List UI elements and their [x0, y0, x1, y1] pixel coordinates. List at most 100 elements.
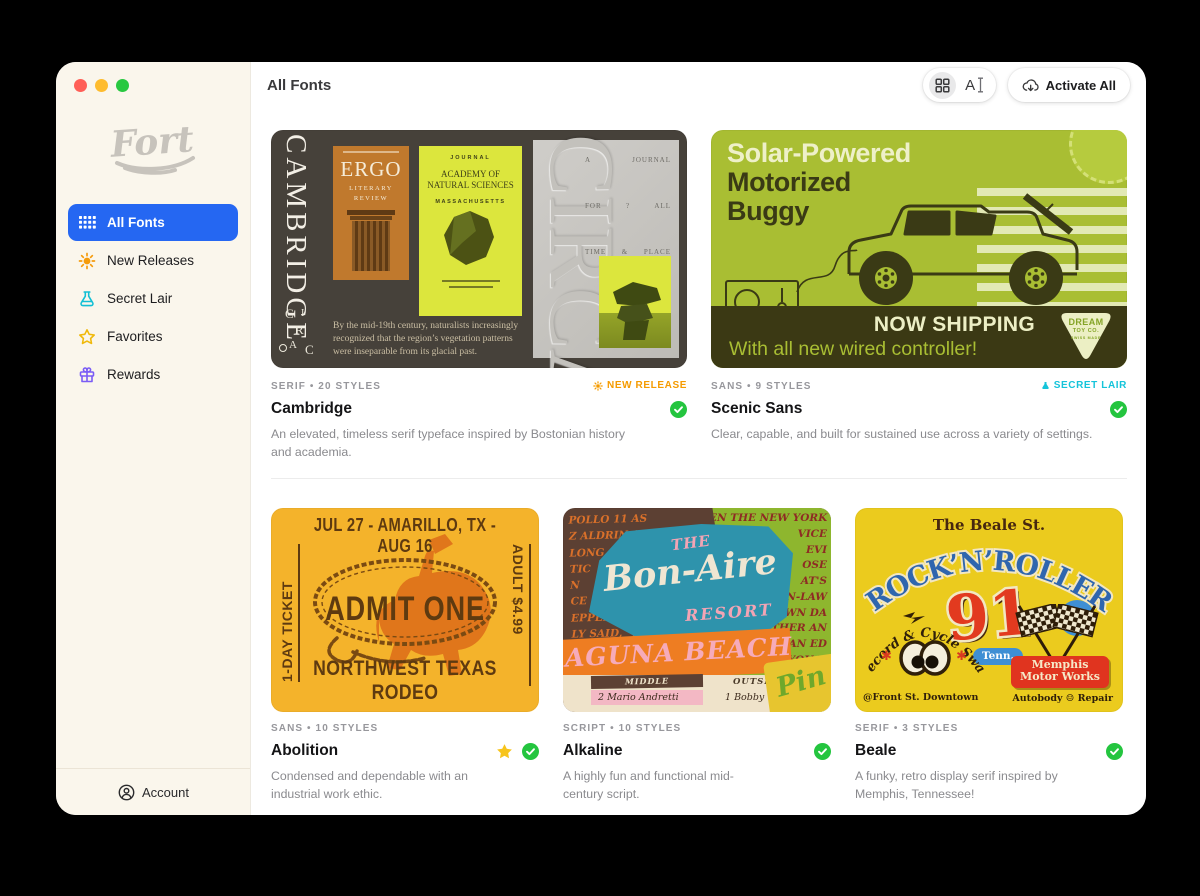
flask-icon — [1041, 380, 1050, 391]
category-label: SANS • 10 STYLES — [271, 723, 539, 734]
scorecard-row: 2 Mario Andretti — [591, 690, 703, 705]
column-illustration — [347, 210, 395, 272]
grid-icon — [78, 214, 96, 232]
gift-icon — [78, 366, 96, 384]
admit-one-text: ADMIT ONE — [298, 590, 512, 629]
sidebar-item-label: Rewards — [107, 367, 160, 382]
person-icon — [117, 783, 135, 801]
eyes-logo — [901, 642, 949, 674]
sidebar-item-rewards[interactable]: Rewards — [68, 356, 238, 393]
favorite-star-icon[interactable] — [496, 743, 513, 760]
rock-illustration — [436, 209, 506, 271]
category-label: SCRIPT • 10 STYLES — [563, 723, 831, 734]
grid-view-button[interactable] — [929, 72, 956, 99]
record-cycle-swap-group: Record & Cycle Swap ✱ ✱ — [865, 614, 985, 692]
controller-wire — [795, 248, 859, 294]
resort-text: RESORT — [684, 600, 773, 625]
sun-icon — [593, 381, 603, 391]
sun-graphic — [1069, 130, 1127, 184]
asterisk-left: ✱ — [881, 648, 892, 664]
rodeo-dates-text: JUL 27 - AMARILLO, TX - AUG 16 — [295, 515, 515, 557]
cambridge-meta: SERIF • 20 STYLES NEW RELEASE Cambridge … — [271, 381, 687, 462]
font-description: A highly fun and functional mid-century … — [563, 767, 768, 804]
alkaline-meta: SCRIPT • 10 STYLES Alkaline A highly fun… — [563, 723, 831, 804]
sun-icon — [78, 252, 96, 270]
new-release-badge: NEW RELEASE — [593, 380, 687, 391]
laguna-beach-text: AGUNA BEACH — [564, 632, 793, 673]
sidebar-nav: All Fonts New Releases Secret Lair — [68, 204, 238, 393]
controller-tagline: With all new wired controller! — [729, 338, 977, 361]
text-view-a: A — [965, 77, 975, 94]
sidebar-item-secret-lair[interactable]: Secret Lair — [68, 280, 238, 317]
shipping-band: NOW SHIPPING With all new wired controll… — [711, 306, 1127, 368]
sidebar-item-favorites[interactable]: Favorites — [68, 318, 238, 355]
row-divider — [271, 478, 1127, 479]
cambridge-caption: By the mid-19th century, naturalists inc… — [333, 320, 521, 359]
activated-check-icon[interactable] — [1110, 401, 1127, 418]
cloud-download-icon — [1022, 78, 1039, 93]
scenic-sans-meta: SANS • 9 STYLES SECRET LAIR Scenic Sans … — [711, 381, 1127, 443]
ergo-title: ERGO — [333, 157, 409, 182]
ergo-poster: ERGO LITERARY REVIEW — [333, 146, 409, 280]
scenic-headline-1: Solar-Powered — [727, 138, 911, 169]
font-title: Beale — [855, 742, 896, 760]
page-title: All Fonts — [267, 77, 331, 94]
circa-poster: CIRCA AJOURNAL FOR?ALL TIME&PLACE — [533, 140, 679, 358]
ibeam-cursor-icon — [977, 77, 984, 93]
activated-check-icon[interactable] — [1106, 743, 1123, 760]
activate-all-button[interactable]: Activate All — [1008, 68, 1130, 102]
bon-aire-blob: THE Bon-Aire RESORT — [589, 524, 793, 646]
academy-poster: JOURNAL ACADEMY OFNATURAL SCIENCES MASSA… — [419, 146, 522, 316]
now-shipping-text: NOW SHIPPING — [874, 313, 1035, 337]
yellow-corner: Pin — [763, 653, 831, 712]
fort-logo: Fort — [101, 116, 205, 176]
memphis-motor-works-badge: Memphis Motor Works — [1011, 656, 1109, 688]
sidebar-item-new-releases[interactable]: New Releases — [68, 242, 238, 279]
main-content: All Fonts A — [251, 62, 1146, 815]
rock-photo — [599, 256, 671, 348]
sidebar-item-all-fonts[interactable]: All Fonts — [68, 204, 238, 241]
pin-script-text: Pin — [773, 660, 830, 704]
middle-column-header: MIDDLE — [591, 674, 703, 689]
font-description: A funky, retro display serif inspired by… — [855, 767, 1097, 804]
activated-check-icon[interactable] — [814, 743, 831, 760]
font-description: Clear, capable, and built for sustained … — [711, 425, 1127, 443]
font-description: Condensed and dependable with an industr… — [271, 767, 476, 804]
star-icon — [78, 328, 96, 346]
font-title: Scenic Sans — [711, 400, 802, 418]
font-title: Cambridge — [271, 400, 352, 418]
beale-meta: SERIF • 3 STYLES Beale A funky, retro di… — [855, 723, 1123, 804]
account-button[interactable]: Account — [56, 768, 250, 815]
buggy-illustration — [829, 182, 1105, 312]
sidebar-item-label: Secret Lair — [107, 291, 172, 306]
toolbar: A Activate All — [923, 68, 1130, 102]
rodeo-title-text: NORTHWEST TEXAS RODEO — [292, 657, 517, 705]
font-card-alkaline[interactable]: POLLO 11 AS Z ALDRIN AC LONG TIC N CE EP… — [563, 508, 831, 712]
font-title: Abolition — [271, 742, 338, 760]
cirac-mark: C I R A C — [283, 306, 329, 360]
view-toggle: A — [923, 68, 996, 102]
fort-logo-text: Fort — [108, 118, 195, 166]
font-card-cambridge[interactable]: CAMBRIDGE C I R A C ERGO LITERARY REVIEW… — [271, 130, 687, 368]
font-title: Alkaline — [563, 742, 622, 760]
text-view-button[interactable]: A — [960, 77, 990, 94]
app-window: Fort All Fonts — [56, 62, 1146, 815]
font-card-abolition[interactable]: JUL 27 - AMARILLO, TX - AUG 16 1-DAY TIC… — [271, 508, 539, 712]
dream-toy-badge: DREAM TOY CO. SWISS MADE — [1057, 310, 1115, 364]
checkered-flags-icon — [1005, 604, 1109, 660]
activate-all-label: Activate All — [1046, 78, 1116, 93]
font-card-beale[interactable]: The Beale St. ROCK’N’ROLLER 91 91 Tenn. — [855, 508, 1123, 712]
font-card-scenic-sans[interactable]: Solar-Powered Motorized Buggy — [711, 130, 1127, 368]
font-description: An elevated, timeless serif typeface ins… — [271, 425, 643, 462]
autobody-repair-text: Autobody ☺ Repair — [1012, 693, 1113, 704]
close-window-button[interactable] — [74, 79, 87, 92]
activated-check-icon[interactable] — [522, 743, 539, 760]
sidebar-item-label: New Releases — [107, 253, 194, 268]
zoom-window-button[interactable] — [116, 79, 129, 92]
activated-check-icon[interactable] — [670, 401, 687, 418]
category-label: SERIF • 3 STYLES — [855, 723, 1123, 734]
flask-icon — [78, 290, 96, 308]
bon-aire-text: Bon-Aire — [601, 541, 778, 600]
minimize-window-button[interactable] — [95, 79, 108, 92]
secret-lair-badge: SECRET LAIR — [1041, 380, 1127, 391]
